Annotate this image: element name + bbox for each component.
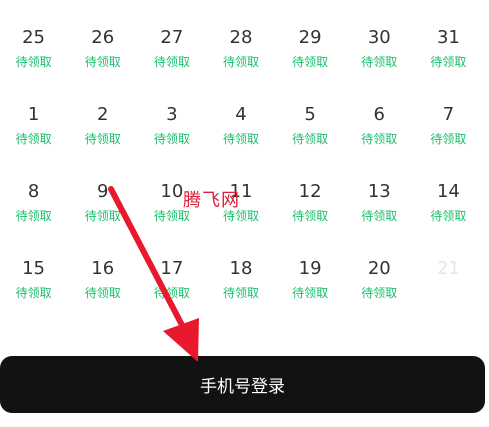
calendar-day[interactable]: 2 待领取 (68, 101, 137, 178)
day-number: 7 (442, 104, 455, 125)
day-status: 待领取 (84, 286, 121, 300)
calendar-day[interactable]: 20 待领取 (345, 255, 414, 332)
day-status: 待领取 (15, 286, 52, 300)
day-status: 待领取 (292, 132, 329, 146)
phone-login-label: 手机号登录 (200, 377, 285, 397)
calendar-day[interactable]: 6 待领取 (345, 101, 414, 178)
day-number: 16 (91, 258, 115, 279)
day-status: 待领取 (15, 55, 52, 69)
calendar-day[interactable]: 15 待领取 (0, 255, 68, 332)
calendar-day[interactable]: 7 待领取 (414, 101, 483, 178)
day-number: 8 (27, 181, 40, 202)
calendar-day[interactable]: 14 待领取 (414, 178, 483, 255)
calendar-day[interactable]: 25 待领取 (0, 24, 68, 101)
day-status: 待领取 (15, 132, 52, 146)
day-status: 待领取 (84, 55, 121, 69)
day-number: 15 (22, 258, 46, 279)
calendar-day[interactable]: 19 待领取 (276, 255, 345, 332)
day-status: 待领取 (292, 55, 329, 69)
day-number: 18 (229, 258, 253, 279)
day-status: 待领取 (153, 55, 190, 69)
day-status: 待领取 (222, 132, 259, 146)
day-status: 待领取 (361, 209, 398, 223)
calendar-day[interactable]: 4 待领取 (206, 101, 275, 178)
day-number: 31 (436, 27, 460, 48)
day-number: 25 (22, 27, 46, 48)
day-status: 待领取 (84, 209, 121, 223)
watermark: 腾飞网 (183, 190, 240, 211)
day-status: 待领取 (292, 286, 329, 300)
day-number: 3 (166, 104, 178, 125)
day-status: 待领取 (292, 209, 329, 223)
day-number: 14 (436, 181, 460, 202)
day-number: 9 (96, 181, 109, 202)
day-number: 4 (235, 104, 247, 125)
sign-in-calendar: 25 待领取 26 待领取 27 待领取 28 待领取 29 待领取 30 待领… (0, 24, 483, 332)
day-number: 19 (298, 258, 322, 279)
day-number: 13 (367, 181, 391, 202)
day-status: 待领取 (430, 132, 467, 146)
day-status: 待领取 (15, 209, 52, 223)
day-number: 30 (367, 27, 391, 48)
day-number: 29 (298, 27, 322, 48)
day-status: 待领取 (84, 132, 121, 146)
day-status: 待领取 (430, 55, 467, 69)
calendar-day[interactable]: 29 待领取 (276, 24, 345, 101)
day-number: 5 (304, 104, 316, 125)
calendar-day[interactable]: 26 待领取 (68, 24, 137, 101)
day-status: 待领取 (361, 132, 398, 146)
calendar-day[interactable]: 8 待领取 (0, 178, 68, 255)
day-status: 待领取 (361, 286, 398, 300)
calendar-day[interactable]: 16 待领取 (68, 255, 137, 332)
day-number: 27 (160, 27, 184, 48)
day-number: 17 (160, 258, 184, 279)
day-status: 待领取 (153, 286, 190, 300)
calendar-day[interactable]: 3 待领取 (137, 101, 206, 178)
day-number: 26 (91, 27, 115, 48)
day-status: 待领取 (361, 55, 398, 69)
day-number: 6 (373, 104, 385, 125)
calendar-day[interactable]: 31 待领取 (414, 24, 483, 101)
day-status: 待领取 (153, 132, 190, 146)
calendar-day[interactable]: 27 待领取 (137, 24, 206, 101)
calendar-day[interactable]: 1 待领取 (0, 101, 68, 178)
day-number: 21 (436, 258, 460, 279)
day-number: 10 (160, 181, 184, 202)
calendar-day[interactable]: 30 待领取 (345, 24, 414, 101)
calendar-day-disabled: 21 (414, 255, 483, 332)
calendar-day[interactable]: 17 待领取 (137, 255, 206, 332)
calendar-day[interactable]: 18 待领取 (206, 255, 275, 332)
calendar-day[interactable]: 13 待领取 (345, 178, 414, 255)
calendar-day[interactable]: 5 待领取 (276, 101, 345, 178)
day-status: 待领取 (430, 209, 467, 223)
day-number: 28 (229, 27, 253, 48)
calendar-day[interactable]: 12 待领取 (276, 178, 345, 255)
calendar-day[interactable]: 28 待领取 (206, 24, 275, 101)
day-number: 1 (27, 104, 40, 125)
day-number: 20 (367, 258, 391, 279)
calendar-day[interactable]: 9 待领取 (68, 178, 137, 255)
day-status: 待领取 (222, 55, 259, 69)
phone-login-button[interactable]: 手机号登录 (0, 356, 485, 413)
day-number: 2 (96, 104, 109, 125)
day-status: 待领取 (222, 286, 259, 300)
day-number: 12 (298, 181, 322, 202)
